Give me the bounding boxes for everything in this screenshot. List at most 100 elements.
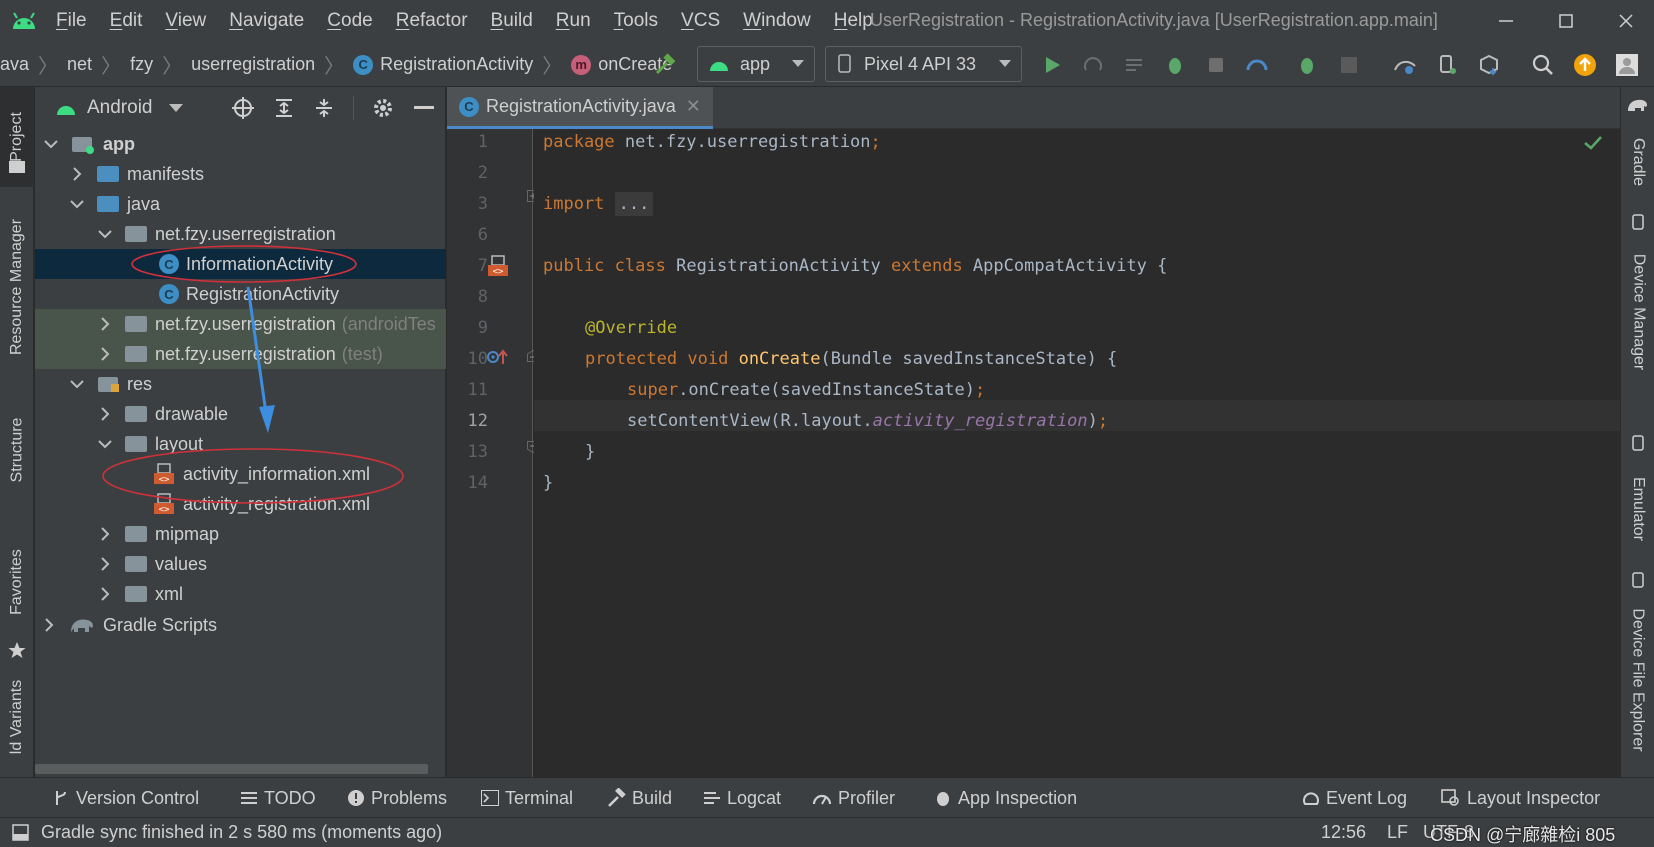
tab-project-label: Project xyxy=(8,112,26,162)
token-keyword: void xyxy=(687,349,729,369)
menu-view[interactable]: View xyxy=(165,10,206,32)
tool-todo[interactable]: TODO xyxy=(240,778,316,818)
debug-icon[interactable] xyxy=(1160,50,1190,80)
device-file-explorer-icon xyxy=(1630,572,1646,588)
toggle-panels-icon[interactable] xyxy=(12,824,30,842)
close-tab-icon[interactable]: ✕ xyxy=(686,96,701,117)
tool-label: Version Control xyxy=(76,787,200,808)
code-line-9: @Override xyxy=(585,318,677,338)
tab-resource-manager-label: Resource Manager xyxy=(8,218,26,356)
caret-position[interactable]: 12:56 xyxy=(1321,822,1366,843)
method-icon: m xyxy=(571,54,592,75)
code-editor[interactable]: package net.fzy.userregistration; import… xyxy=(534,129,1620,777)
token-text: ) xyxy=(1087,411,1098,431)
editor-tab-registration-activity[interactable]: C RegistrationActivity.java ✕ xyxy=(447,87,713,129)
run-config-select[interactable]: app xyxy=(697,46,815,82)
token-text: } xyxy=(543,473,554,493)
search-icon[interactable] xyxy=(1528,50,1558,80)
annotation-arrowhead xyxy=(259,405,275,433)
token-semicolon: ; xyxy=(975,380,986,400)
menu-window[interactable]: Window xyxy=(743,10,811,32)
status-message[interactable]: Gradle sync finished in 2 s 580 ms (mome… xyxy=(41,822,442,843)
tool-label: Layout Inspector xyxy=(1467,787,1601,808)
menu-vcs[interactable]: VCS xyxy=(681,10,720,32)
menu-build[interactable]: Build xyxy=(491,10,533,32)
android-icon xyxy=(710,62,728,71)
tab-device-manager[interactable]: Device Manager xyxy=(1621,237,1654,387)
attach-debugger-icon[interactable] xyxy=(1201,50,1231,80)
hammer-icon[interactable] xyxy=(650,50,680,80)
tab-favorites[interactable]: Favorites xyxy=(0,527,34,637)
tool-event-log[interactable]: Event Log xyxy=(1302,778,1407,818)
tool-app-inspection[interactable]: App Inspection xyxy=(934,778,1077,818)
code-line-14: } xyxy=(543,473,553,493)
token-semicolon: ; xyxy=(870,132,881,152)
token-keyword: protected xyxy=(585,349,678,369)
run-config-label: app xyxy=(740,53,771,74)
menu-code[interactable]: Code xyxy=(327,10,372,32)
profiler-icon[interactable] xyxy=(1242,50,1272,80)
tab-resource-manager[interactable]: Resource Manager xyxy=(0,197,34,377)
tool-label: Logcat xyxy=(727,787,782,808)
menu-run[interactable]: Run xyxy=(556,10,591,32)
breadcrumb-class-label: RegistrationActivity xyxy=(380,54,534,74)
menu-refactor[interactable]: Refactor xyxy=(396,10,468,32)
chevron-right-icon: 〉 xyxy=(542,56,563,78)
minimize-button[interactable] xyxy=(1486,6,1526,36)
related-layout-icon[interactable]: <> xyxy=(487,255,509,277)
tool-label: Problems xyxy=(371,787,448,808)
breadcrumb-item[interactable]: ava xyxy=(0,54,29,75)
breadcrumb-item[interactable]: net xyxy=(67,54,92,75)
chevron-right-icon: 〉 xyxy=(324,56,345,78)
code-line-10: protected void onCreate(Bundle savedInst… xyxy=(585,349,1117,369)
tool-version-control[interactable]: Version Control xyxy=(52,778,199,818)
menu-help[interactable]: Help xyxy=(834,10,873,32)
apply-changes-icon[interactable] xyxy=(1078,50,1108,80)
update-icon[interactable] xyxy=(1570,50,1600,80)
maximize-button[interactable] xyxy=(1546,6,1586,36)
tab-build-variants[interactable]: ld Variants xyxy=(0,662,34,772)
close-window-button[interactable] xyxy=(1606,6,1646,36)
menu-tools[interactable]: Tools xyxy=(614,10,658,32)
tool-logcat[interactable]: Logcat xyxy=(703,778,781,818)
tool-problems[interactable]: Problems xyxy=(347,778,447,818)
debug-service-icon[interactable] xyxy=(1292,50,1322,80)
code-line-11: super.onCreate(savedInstanceState); xyxy=(627,380,985,400)
token-text: AppCompatActivity { xyxy=(962,256,1168,276)
sync-gradle-icon[interactable] xyxy=(1390,50,1420,80)
run-icon[interactable] xyxy=(1037,50,1067,80)
code-line-1: package net.fzy.userregistration; xyxy=(543,132,881,152)
line-number: 3 xyxy=(477,194,488,214)
breadcrumb-class[interactable]: C RegistrationActivity xyxy=(353,54,533,75)
stop-icon[interactable] xyxy=(1334,50,1364,80)
folded-imports[interactable]: ... xyxy=(614,192,654,216)
line-number: 9 xyxy=(477,318,488,338)
tool-build[interactable]: Build xyxy=(606,778,672,818)
sdk-manager-icon[interactable] xyxy=(1474,50,1504,80)
apply-code-changes-icon[interactable] xyxy=(1119,50,1149,80)
breadcrumb-item[interactable]: fzy xyxy=(130,54,153,75)
menu-file[interactable]: File xyxy=(56,10,87,32)
line-number: 1 xyxy=(477,132,488,152)
breadcrumb-item[interactable]: userregistration xyxy=(191,54,315,75)
line-separator[interactable]: LF xyxy=(1387,822,1408,843)
tool-layout-inspector[interactable]: Layout Inspector xyxy=(1441,778,1600,818)
chevron-right-icon: 〉 xyxy=(162,56,183,78)
tab-gradle[interactable]: Gradle xyxy=(1621,117,1654,207)
terminal-icon xyxy=(481,790,499,806)
account-icon[interactable] xyxy=(1612,50,1642,80)
tab-structure[interactable]: Structure xyxy=(0,395,34,505)
status-bar: Gradle sync finished in 2 s 580 ms (mome… xyxy=(0,817,1654,847)
menu-navigate[interactable]: Navigate xyxy=(229,10,304,32)
device-manager-icon[interactable] xyxy=(1432,50,1462,80)
emulator-icon xyxy=(1630,435,1646,451)
svg-text:<>: <> xyxy=(493,267,504,277)
tab-emulator[interactable]: Emulator xyxy=(1621,459,1654,559)
menu-edit[interactable]: Edit xyxy=(110,10,143,32)
tool-terminal[interactable]: Terminal xyxy=(481,778,573,818)
device-select[interactable]: Pixel 4 API 33 xyxy=(825,46,1022,82)
override-icon[interactable] xyxy=(487,348,511,366)
hammer-icon xyxy=(608,788,626,807)
tool-profiler[interactable]: Profiler xyxy=(812,778,895,818)
tab-device-file-explorer[interactable]: Device File Explorer xyxy=(1621,592,1654,767)
